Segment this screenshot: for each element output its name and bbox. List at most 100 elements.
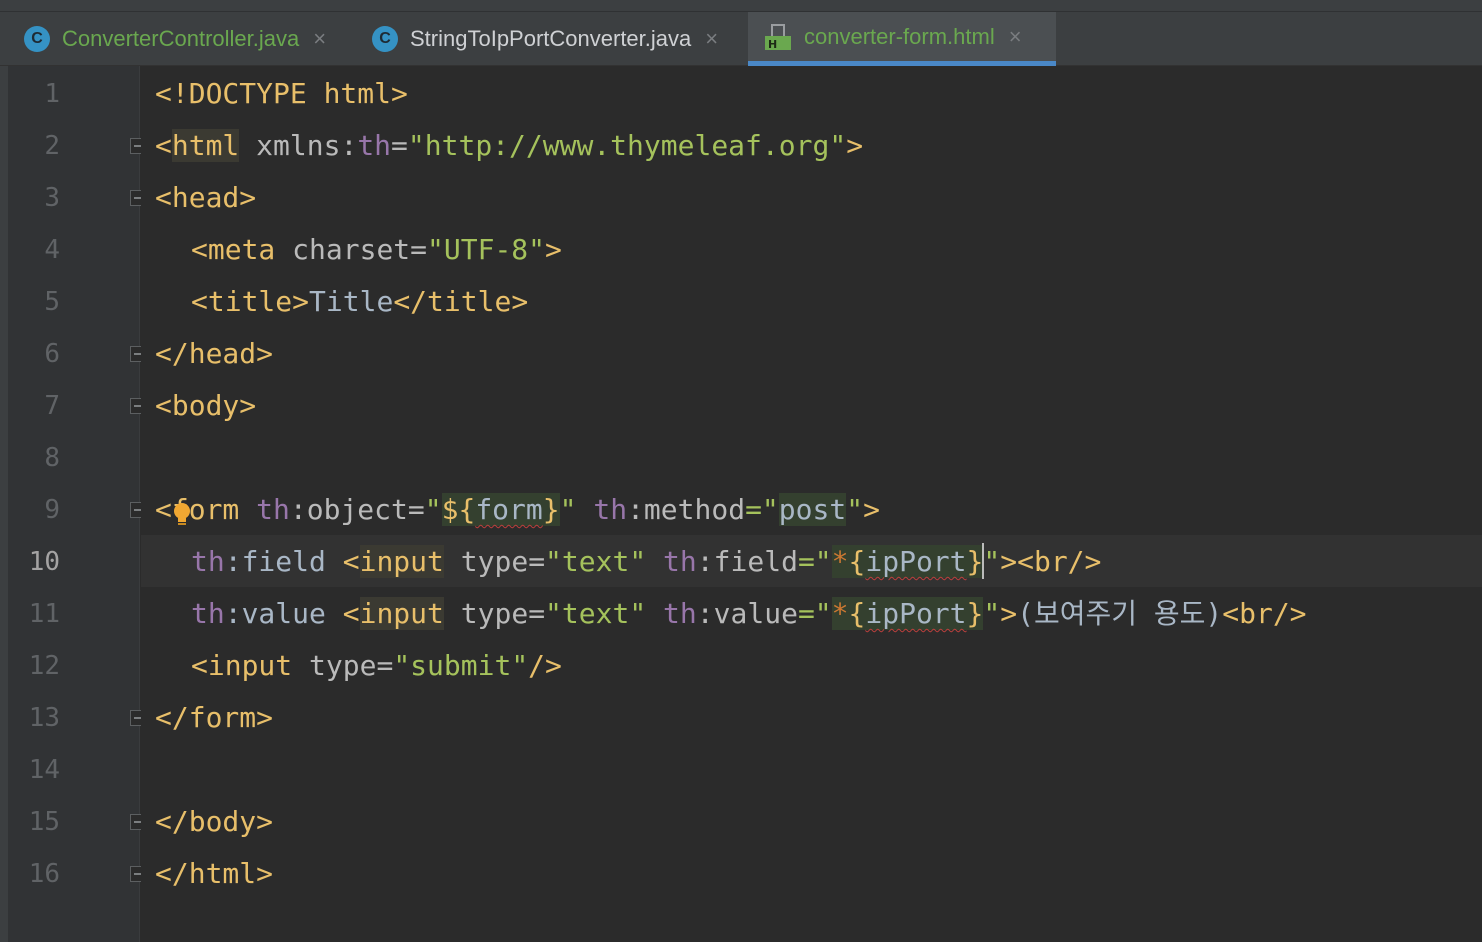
expr-close: } (966, 597, 984, 630)
attr-namespace: th (576, 493, 628, 526)
expr-close: } (966, 545, 984, 578)
tag: <head> (155, 181, 257, 214)
attr-quote: " (559, 493, 577, 526)
line-number: 14 (28, 755, 60, 785)
line-number: 16 (28, 859, 60, 889)
tab-string-to-ip-port-converter[interactable]: C StringToIpPortConverter.java × (372, 12, 718, 66)
attr-eq: = (407, 493, 425, 526)
svg-text:H: H (768, 38, 777, 51)
attr-eq: = (410, 233, 428, 266)
tag: <form (155, 493, 240, 526)
java-class-icon: C (372, 26, 398, 52)
tag: ><br/> (1000, 545, 1102, 578)
attr-quote: " (983, 545, 1001, 578)
code-line-13[interactable]: </form> (155, 692, 273, 744)
attr-eq: = (391, 129, 408, 162)
line-number: 11 (28, 599, 60, 629)
expr-close: } (542, 493, 560, 526)
code-line-10[interactable]: th:field <input type="text" th:field="*{… (191, 536, 1101, 588)
attr-name: type (292, 649, 377, 682)
attr-namespace: th (646, 545, 697, 578)
text-content: :field (224, 545, 343, 578)
attr-quote: " (846, 493, 864, 526)
attr-name: :object (289, 493, 408, 526)
attr-name: type (443, 597, 529, 630)
code-line-6[interactable]: </head> (155, 328, 273, 380)
close-tab-icon[interactable]: × (705, 26, 718, 52)
code-line-12[interactable]: <input type="submit"/> (191, 640, 562, 692)
expr-open: ${ (441, 493, 476, 526)
attr-name: :method (627, 493, 746, 526)
java-class-icon: C (24, 26, 50, 52)
line-number: 9 (44, 495, 60, 525)
code-line-15[interactable]: </body> (155, 796, 273, 848)
code-line-9[interactable]: <form th:object="${form}" th:method="pos… (155, 484, 880, 536)
attr-eq: =" (797, 545, 832, 578)
code-line-5[interactable]: <title>Title</title> (191, 276, 528, 328)
line-number: 6 (44, 339, 60, 369)
tag-name: html (171, 129, 240, 162)
line-number: 1 (44, 79, 60, 109)
tag: </head> (155, 337, 274, 370)
tag-bracket: > (1000, 597, 1018, 630)
attr-value: "submit" (393, 649, 529, 682)
line-number: 13 (28, 703, 60, 733)
attr-eq: =" (745, 493, 779, 526)
attr-value: "UTF-8" (427, 233, 546, 266)
tab-label: ConverterController.java (62, 26, 300, 51)
tag: <title> (191, 285, 310, 318)
line-number: 2 (44, 131, 60, 161)
tag: <meta (191, 233, 276, 266)
line-number: 5 (44, 287, 60, 317)
attr-eq: = (528, 545, 546, 578)
tab-bar-top-strip (0, 0, 1482, 12)
tab-label: StringToIpPortConverter.java (410, 26, 692, 51)
close-tab-icon[interactable]: × (313, 26, 326, 52)
line-number: 4 (44, 235, 60, 265)
tag-bracket: < (342, 545, 360, 578)
line-number: 7 (44, 391, 60, 421)
attr-value: post (778, 493, 847, 526)
text-content: :value (224, 597, 343, 630)
tag: </form> (155, 701, 274, 734)
editor-tab-bar: C ConverterController.java × C StringToI… (0, 0, 1482, 66)
attr-eq: =" (797, 597, 832, 630)
expr-variable: ipPort (865, 545, 967, 578)
expr-variable: ipPort (865, 597, 967, 630)
doctype: <!DOCTYPE html> (155, 77, 408, 110)
code-line-11[interactable]: th:value <input type="text" th:value="*{… (191, 588, 1307, 640)
code-line-2[interactable]: <html xmlns:th="http://www.thymeleaf.org… (155, 120, 863, 172)
tag-name: input (359, 545, 444, 578)
expr-open: { (848, 597, 866, 630)
expr-open: { (848, 545, 866, 578)
expr-star: * (831, 545, 849, 578)
attr-eq: = (376, 649, 394, 682)
attr-name: type (443, 545, 529, 578)
tag-bracket: > (846, 129, 864, 162)
attr-namespace: th (646, 597, 697, 630)
code-line-7[interactable]: <body> (155, 380, 256, 432)
text-namespace: th (191, 597, 225, 630)
attr-name: xmlns: (239, 129, 358, 162)
tag: </html> (155, 857, 274, 890)
expr-star: * (831, 597, 849, 630)
attr-name: :value (696, 597, 798, 630)
lightbulb-icon[interactable] (172, 502, 192, 528)
attr-name: charset (275, 233, 411, 266)
attr-value: "http://www.thymeleaf.org" (407, 129, 847, 162)
tag-bracket: > (863, 493, 880, 526)
code-line-1[interactable]: <!DOCTYPE html> (155, 68, 408, 120)
tab-converter-form-html[interactable]: H converter-form.html × (748, 12, 1056, 66)
line-number-current: 10 (28, 547, 60, 577)
code-line-16[interactable]: </html> (155, 848, 273, 900)
code-line-3[interactable]: <head> (155, 172, 256, 224)
tag-bracket: < (342, 597, 360, 630)
code-line-4[interactable]: <meta charset="UTF-8"> (191, 224, 562, 276)
tag: <br/> (1222, 597, 1307, 630)
text-namespace: th (191, 545, 225, 578)
tab-label: converter-form.html (804, 23, 995, 49)
close-tab-icon[interactable]: × (1009, 24, 1022, 50)
tag: </title> (393, 285, 529, 318)
attr-name: :field (696, 545, 798, 578)
tab-converter-controller[interactable]: C ConverterController.java × (24, 12, 326, 66)
